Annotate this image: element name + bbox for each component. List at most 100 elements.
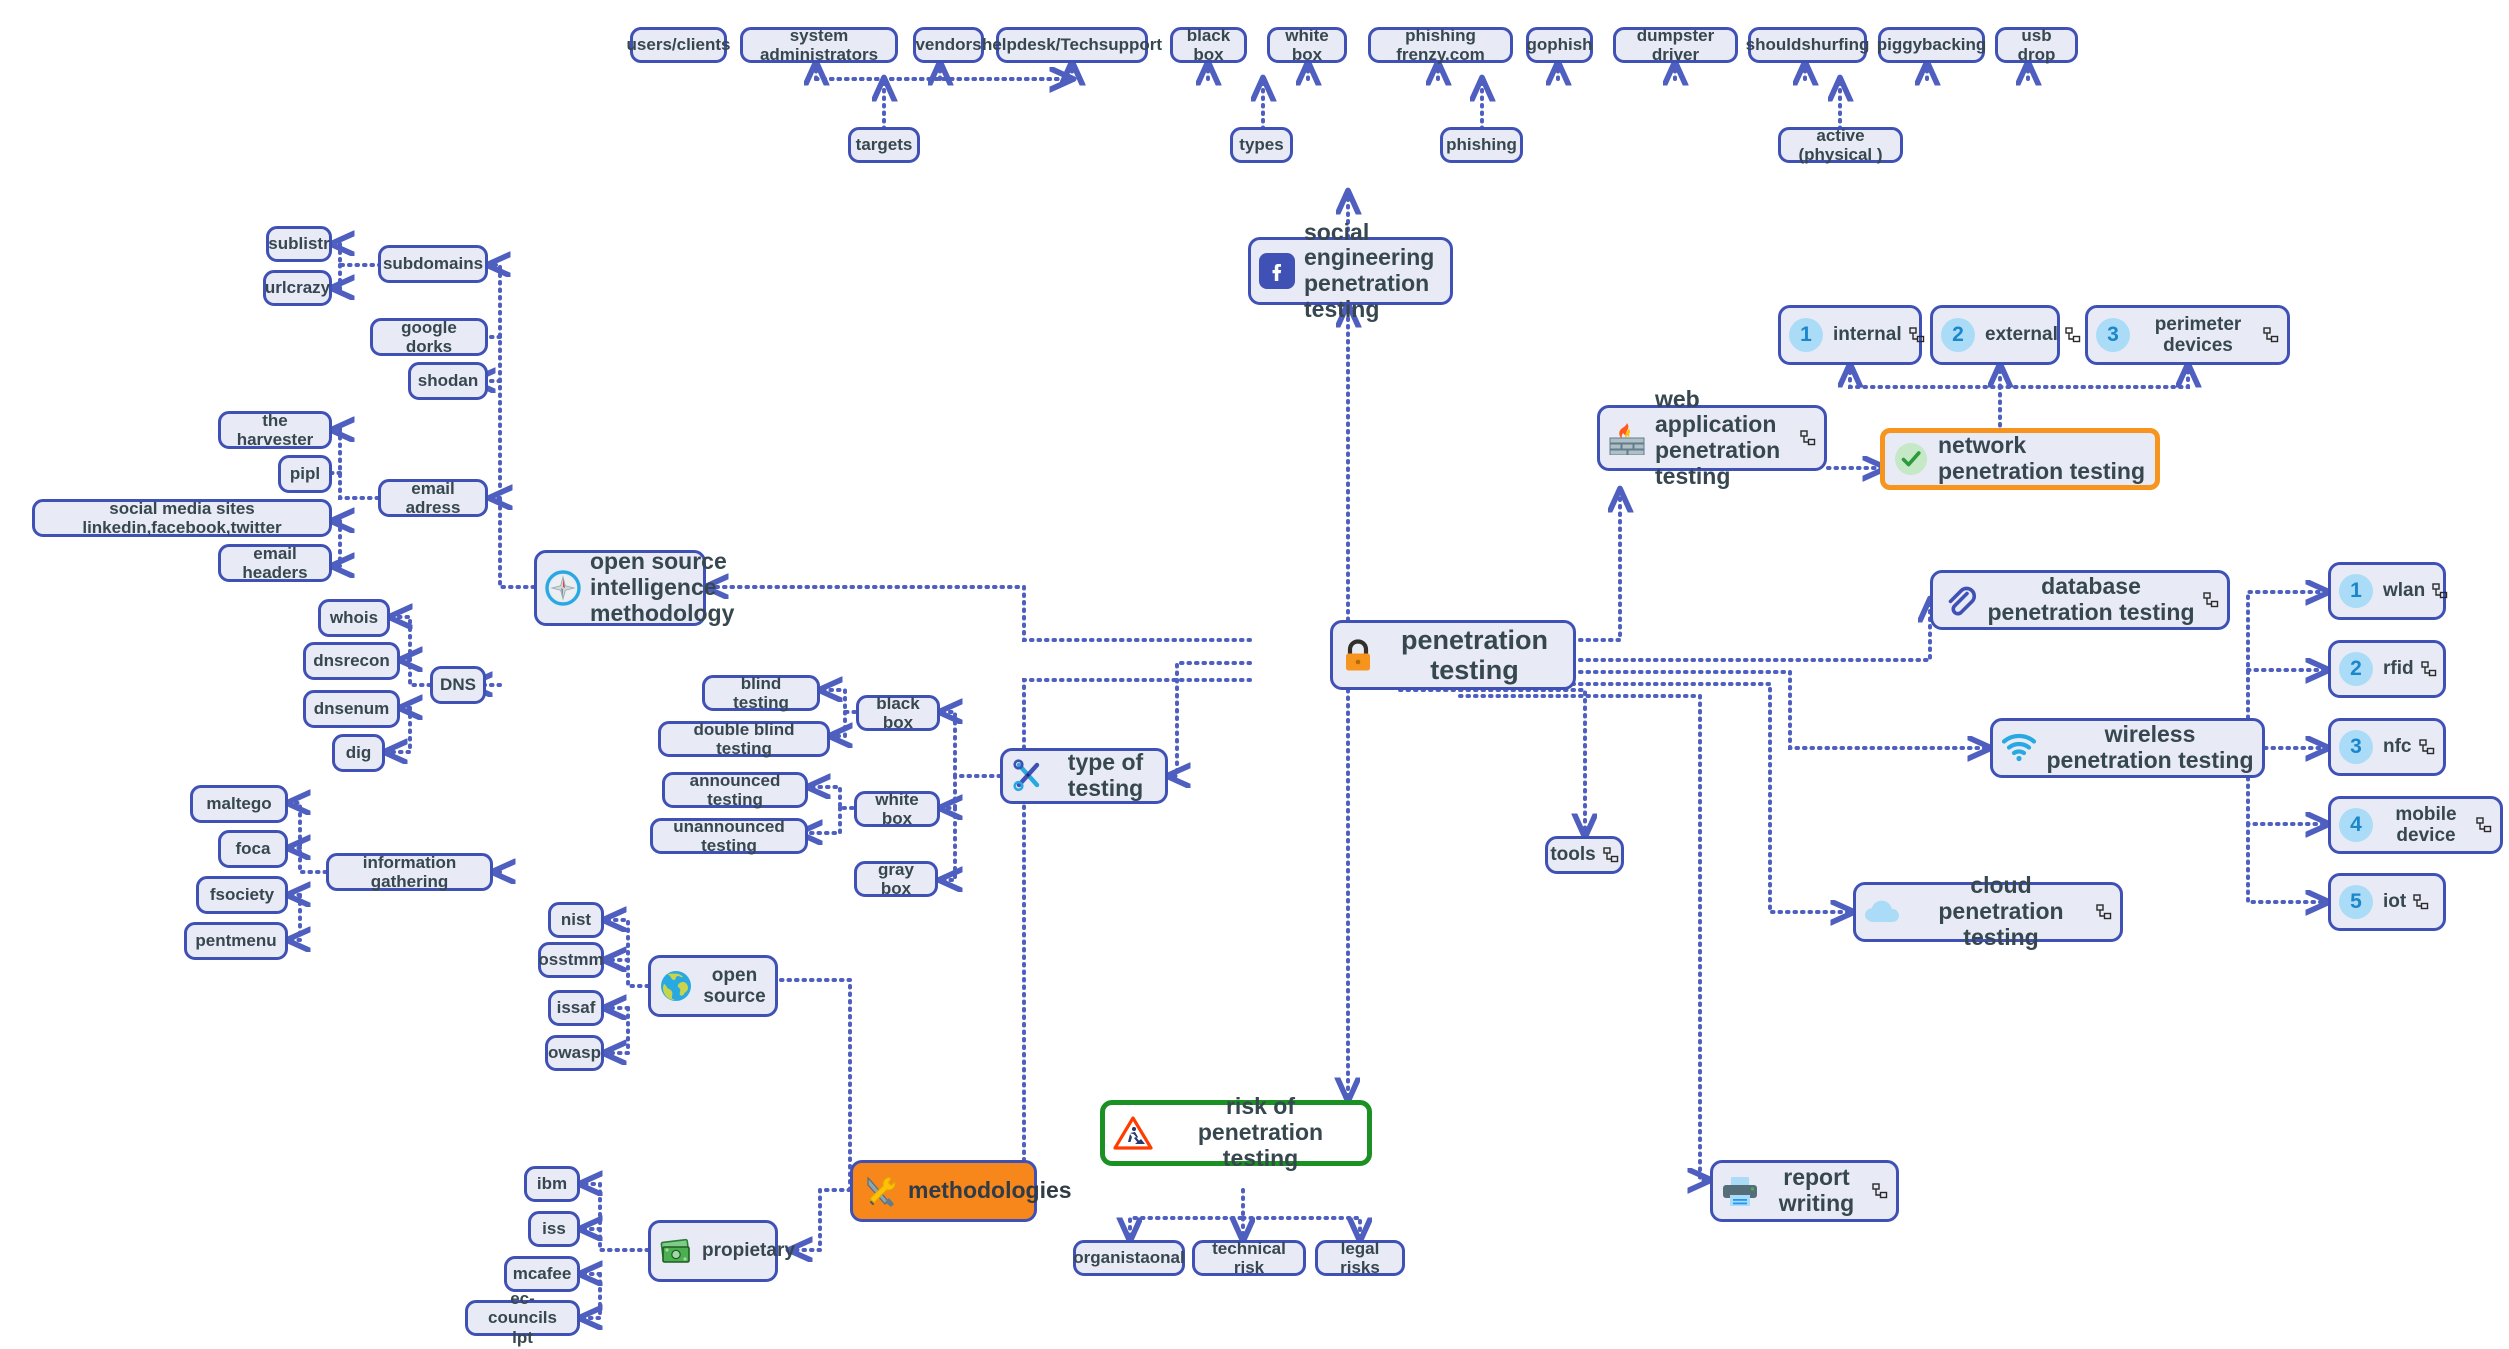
node-urlcrazy[interactable]: urlcrazy bbox=[263, 270, 332, 306]
node-social-media-sites[interactable]: social media sites linkedin,facebook,twi… bbox=[32, 499, 332, 537]
node-foca[interactable]: foca bbox=[218, 830, 288, 868]
node-organistaonal[interactable]: organistaonal bbox=[1073, 1240, 1185, 1276]
node-methodologies[interactable]: methodologies bbox=[850, 1160, 1072, 1222]
node-dig[interactable]: dig bbox=[332, 734, 385, 772]
node-whois[interactable]: whois bbox=[318, 599, 390, 637]
node-pipl[interactable]: pipl bbox=[278, 455, 332, 493]
node-piggybacking[interactable]: piggybacking bbox=[1877, 27, 1986, 63]
branch-glyph-icon[interactable] bbox=[1603, 847, 1619, 863]
green-check-icon bbox=[1893, 441, 1929, 477]
padlock-icon bbox=[1341, 637, 1375, 673]
node-cloud-penetration-testing[interactable]: cloud penetration testing bbox=[1853, 872, 2123, 950]
scissors-icon bbox=[1011, 759, 1045, 793]
node-helpdesk-techsupport[interactable]: helpdesk/Techsupport bbox=[982, 27, 1162, 63]
node-phishing-frenzy[interactable]: phishing frenzy.com bbox=[1368, 26, 1513, 64]
node-penetration-testing-root[interactable]: penetration testing bbox=[1330, 620, 1576, 690]
node-osstmm[interactable]: osstmm bbox=[538, 942, 604, 978]
badge-4: 4 bbox=[2339, 808, 2373, 842]
node-tot-white-box[interactable]: white box bbox=[854, 790, 940, 828]
node-technical-risk[interactable]: technical risk bbox=[1192, 1239, 1306, 1277]
node-wlan[interactable]: 1 wlan bbox=[2328, 562, 2448, 620]
node-propietary[interactable]: propietary bbox=[648, 1220, 795, 1282]
branch-glyph-icon[interactable] bbox=[2263, 327, 2279, 343]
node-active-physical[interactable]: active (physical ) bbox=[1778, 126, 1903, 164]
node-ec-councils-lpt[interactable]: ec-councils lpt bbox=[465, 1289, 580, 1347]
node-wireless-penetration-testing[interactable]: wireless penetration testing bbox=[1990, 718, 2265, 778]
node-social-engineering-penetration-testing[interactable]: social engineering penetration testing bbox=[1248, 219, 1453, 322]
node-dns[interactable]: DNS bbox=[430, 666, 486, 704]
branch-glyph-icon[interactable] bbox=[1908, 327, 1925, 343]
node-system-administrators[interactable]: system administrators bbox=[740, 26, 898, 64]
warning-roadwork-icon bbox=[1113, 1115, 1153, 1151]
node-double-blind-testing[interactable]: double blind testing bbox=[658, 720, 830, 758]
node-nist[interactable]: nist bbox=[548, 902, 604, 938]
node-legal-risks[interactable]: legal risks bbox=[1315, 1239, 1405, 1277]
node-iss[interactable]: iss bbox=[528, 1211, 580, 1247]
node-tot-black-box[interactable]: black box bbox=[856, 694, 940, 732]
node-open-source-intelligence-methodology[interactable]: open source intelligence methodology bbox=[534, 548, 734, 626]
node-users-clients[interactable]: users/clients bbox=[627, 27, 730, 63]
branch-glyph-icon[interactable] bbox=[1872, 1183, 1888, 1199]
badge-1: 1 bbox=[2339, 574, 2373, 608]
node-fsociety[interactable]: fsociety bbox=[196, 876, 288, 914]
node-vendors[interactable]: vendors bbox=[913, 27, 984, 63]
node-dumpster-driver[interactable]: dumpster driver bbox=[1613, 26, 1738, 64]
node-pentmenu[interactable]: pentmenu bbox=[184, 922, 288, 960]
branch-glyph-icon[interactable] bbox=[2432, 583, 2448, 599]
node-type-of-testing[interactable]: type of testing bbox=[1000, 748, 1168, 804]
branch-glyph-icon[interactable] bbox=[2413, 894, 2429, 910]
node-database-penetration-testing[interactable]: database penetration testing bbox=[1930, 570, 2230, 630]
node-subdomains[interactable]: subdomains bbox=[378, 245, 488, 283]
node-shodan[interactable]: shodan bbox=[408, 362, 488, 400]
node-usb-drop[interactable]: usb drop bbox=[1995, 26, 2078, 64]
badge-5: 5 bbox=[2339, 885, 2373, 919]
node-maltego[interactable]: maltego bbox=[190, 785, 288, 823]
branch-glyph-icon[interactable] bbox=[2420, 661, 2437, 677]
node-unannounced-testing[interactable]: unannounced testing bbox=[650, 817, 808, 855]
node-report-writing[interactable]: report writing bbox=[1710, 1160, 1899, 1222]
branch-glyph-icon[interactable] bbox=[2065, 327, 2081, 343]
cloud-icon bbox=[1864, 898, 1904, 926]
node-network-perimeter-devices[interactable]: 3 perimeter devices bbox=[2085, 305, 2290, 365]
node-iot[interactable]: 5 iot bbox=[2328, 873, 2446, 931]
node-shouldshurfing[interactable]: shouldshurfing bbox=[1746, 27, 1869, 63]
branch-glyph-icon[interactable] bbox=[2476, 817, 2492, 833]
node-phishing[interactable]: phishing bbox=[1440, 127, 1523, 163]
node-mcafee[interactable]: mcafee bbox=[504, 1256, 580, 1292]
node-risk-of-penetration-testing[interactable]: risk of penetration testing bbox=[1100, 1093, 1372, 1171]
node-email-headers[interactable]: email headers bbox=[218, 544, 332, 582]
node-sublistr[interactable]: sublistr bbox=[266, 226, 332, 262]
branch-glyph-icon[interactable] bbox=[1800, 430, 1816, 446]
node-blind-testing[interactable]: blind testing bbox=[702, 674, 820, 712]
badge-3: 3 bbox=[2339, 730, 2373, 764]
node-google-dorks[interactable]: google dorks bbox=[370, 318, 488, 356]
node-types[interactable]: types bbox=[1230, 127, 1293, 163]
node-dnsenum[interactable]: dnsenum bbox=[303, 690, 400, 728]
node-mobile-device[interactable]: 4 mobile device bbox=[2328, 796, 2503, 854]
node-network-external[interactable]: 2 external bbox=[1930, 305, 2081, 365]
node-rfid[interactable]: 2 rfid bbox=[2328, 640, 2446, 698]
branch-glyph-icon[interactable] bbox=[2096, 904, 2112, 920]
node-se-black-box[interactable]: black box bbox=[1170, 26, 1247, 64]
node-web-application-penetration-testing[interactable]: web application penetration testing bbox=[1597, 386, 1827, 489]
node-se-white-box[interactable]: white box bbox=[1267, 26, 1347, 64]
node-announced-testing[interactable]: announced testing bbox=[662, 771, 808, 809]
branch-glyph-icon[interactable] bbox=[2203, 592, 2219, 608]
node-information-gathering[interactable]: information gathering bbox=[326, 853, 493, 891]
node-the-harvester[interactable]: the harvester bbox=[218, 411, 332, 449]
node-ibm[interactable]: ibm bbox=[524, 1166, 580, 1202]
badge-2: 2 bbox=[2339, 652, 2373, 686]
node-issaf[interactable]: issaf bbox=[548, 990, 604, 1026]
node-open-source[interactable]: open source bbox=[648, 955, 778, 1017]
node-network-internal[interactable]: 1 internal bbox=[1778, 305, 1925, 365]
node-dnsrecon[interactable]: dnsrecon bbox=[303, 642, 400, 680]
node-gophish[interactable]: gophish bbox=[1526, 27, 1593, 63]
node-tot-gray-box[interactable]: gray box bbox=[854, 860, 938, 898]
node-network-penetration-testing[interactable]: network penetration testing bbox=[1880, 428, 2160, 490]
node-email-adress[interactable]: email adress bbox=[378, 479, 488, 517]
node-nfc[interactable]: 3 nfc bbox=[2328, 718, 2446, 776]
node-tools[interactable]: tools bbox=[1545, 836, 1624, 874]
node-owasp[interactable]: owasp bbox=[545, 1035, 604, 1071]
branch-glyph-icon[interactable] bbox=[2418, 739, 2435, 755]
node-targets[interactable]: targets bbox=[848, 127, 920, 163]
